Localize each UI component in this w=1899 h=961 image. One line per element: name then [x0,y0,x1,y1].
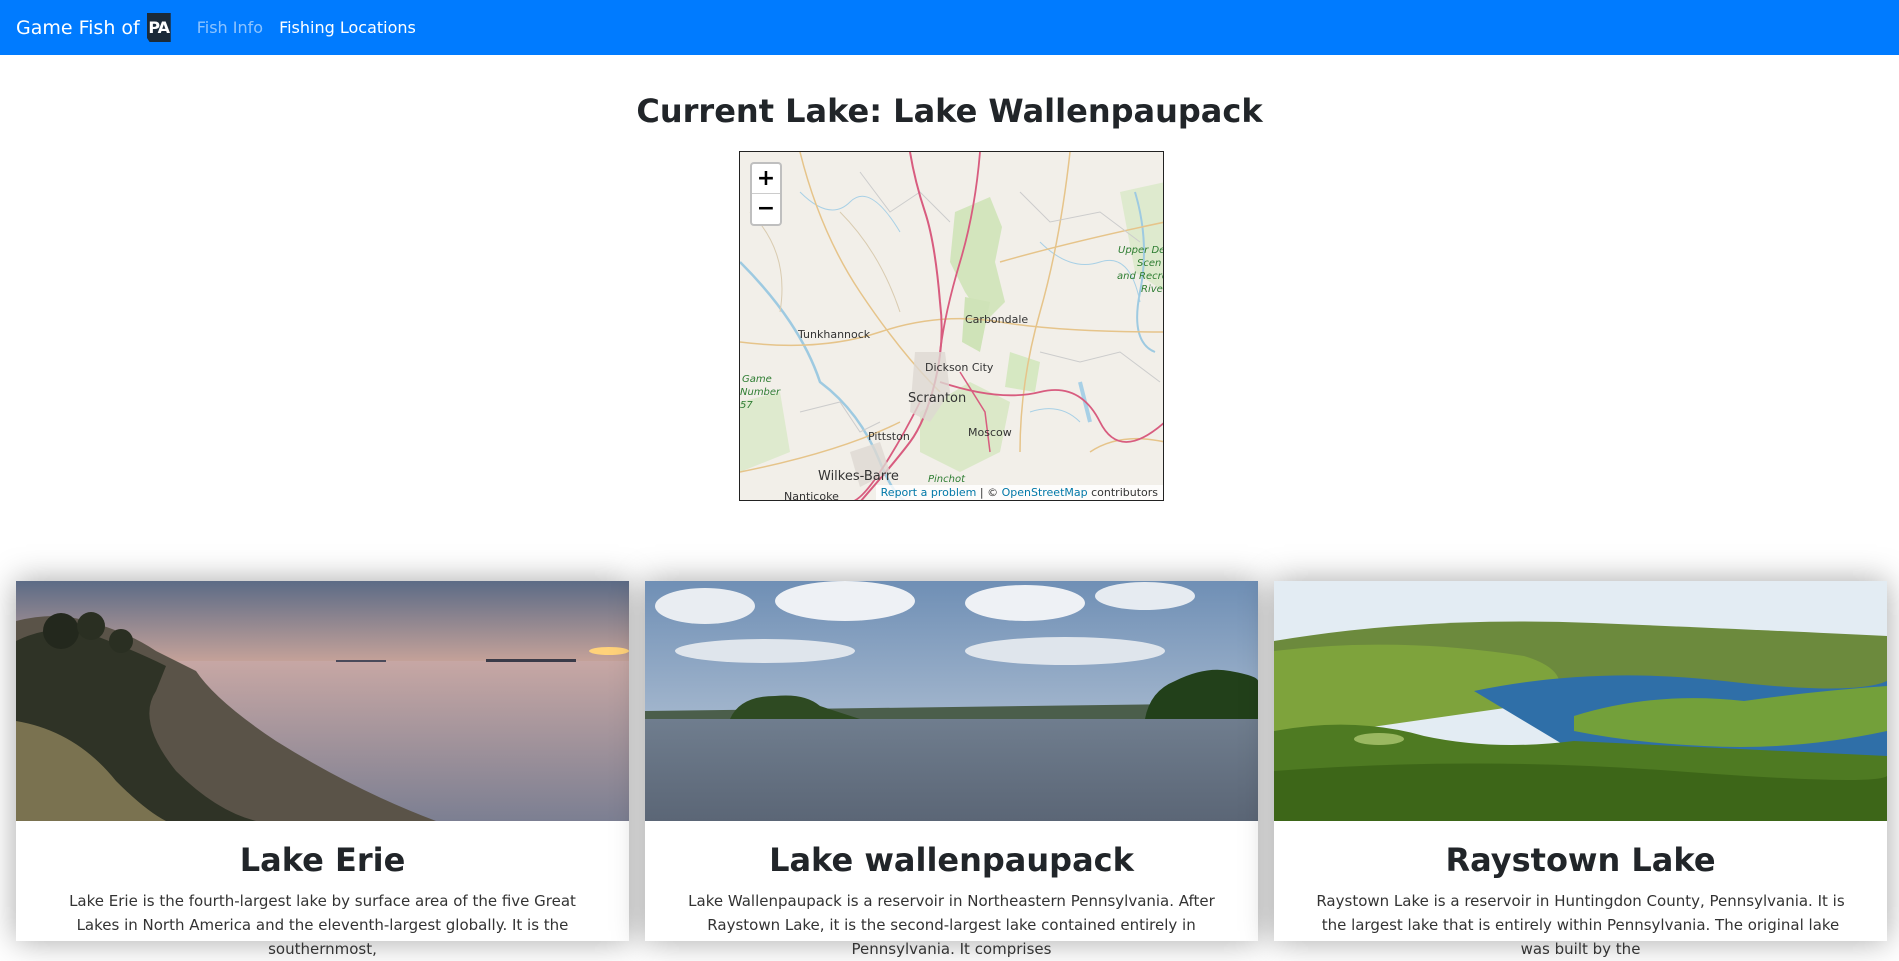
card-text-lake-erie: Lake Erie is the fourth-largest lake by … [69,892,576,958]
card-lake-erie[interactable]: Lake Erie Lake Erie is the fourth-larges… [16,581,629,958]
attribution-separator: | © [976,486,1002,499]
map-label-game-3: 57 [740,400,753,411]
nav-link-fishing-locations[interactable]: Fishing Locations [271,18,424,37]
lake-wallenpaupack-photo [645,581,1258,821]
zoom-control: + − [750,162,782,226]
navbar: Game Fish of PA Fish Info Fishing Locati… [0,0,1899,55]
map-label-nanticoke: Nanticoke [784,490,839,501]
map-label-upper-3: and Recre [1117,271,1164,282]
report-problem-link[interactable]: Report a problem [881,486,977,499]
brand-text[interactable]: Game Fish of [16,17,140,39]
map-label-carbondale: Carbondale [965,313,1029,326]
map-label-dickson-city: Dickson City [925,361,994,374]
lake-cards: Lake Erie Lake Erie is the fourth-larges… [16,581,1887,958]
card-title-lake-erie[interactable]: Lake Erie [16,841,629,879]
map-attribution: Report a problem | © OpenStreetMap contr… [875,485,1163,500]
map-label-upper-1: Upper De [1118,245,1164,256]
map-label-upper-2: Scen [1137,258,1162,269]
lake-erie-photo [16,581,629,821]
card-title-raystown-lake[interactable]: Raystown Lake [1274,841,1887,879]
raystown-lake-image[interactable] [1274,581,1887,821]
map-label-pittston: Pittston [868,430,910,443]
raystown-lake-photo [1274,581,1887,821]
brand[interactable]: Game Fish of PA [16,13,171,42]
attribution-suffix: contributors [1087,486,1158,499]
card-title-lake-wallenpaupack[interactable]: Lake wallenpaupack [645,841,1258,879]
map-label-game-2: Number [740,387,781,398]
nav-link-fish-info[interactable]: Fish Info [189,18,271,37]
card-text-lake-wallenpaupack: Lake Wallenpaupack is a reservoir in Nor… [688,892,1215,958]
map-label-game-1: Game [742,374,772,385]
zoom-in-button[interactable]: + [752,164,780,194]
map-label-moscow: Moscow [968,426,1012,439]
map-label-tunkhannock: Tunkhannock [798,328,871,341]
pa-logo-icon[interactable]: PA [146,13,171,42]
lake-wallenpaupack-image[interactable] [645,581,1258,821]
lake-map[interactable]: + − Tunkhannock Carbondale Dickson City … [739,151,1164,501]
map-tiles [740,152,1163,500]
map-label-scranton: Scranton [908,391,967,406]
map-label-pinchot: Pinchot [928,474,966,485]
card-lake-wallenpaupack[interactable]: Lake wallenpaupack Lake Wallenpaupack is… [645,581,1258,958]
card-raystown-lake[interactable]: Raystown Lake Raystown Lake is a reservo… [1274,581,1887,958]
lake-erie-image[interactable] [16,581,629,821]
osm-link[interactable]: OpenStreetMap [1002,486,1088,499]
page-title: Current Lake: Lake Wallenpaupack [636,92,1263,130]
map-label-upper-4: Rive [1141,284,1163,295]
zoom-out-button[interactable]: − [752,194,780,224]
map-label-wilkes-barre: Wilkes-Barre [818,469,899,484]
card-text-raystown-lake: Raystown Lake is a reservoir in Huntingd… [1316,892,1845,958]
